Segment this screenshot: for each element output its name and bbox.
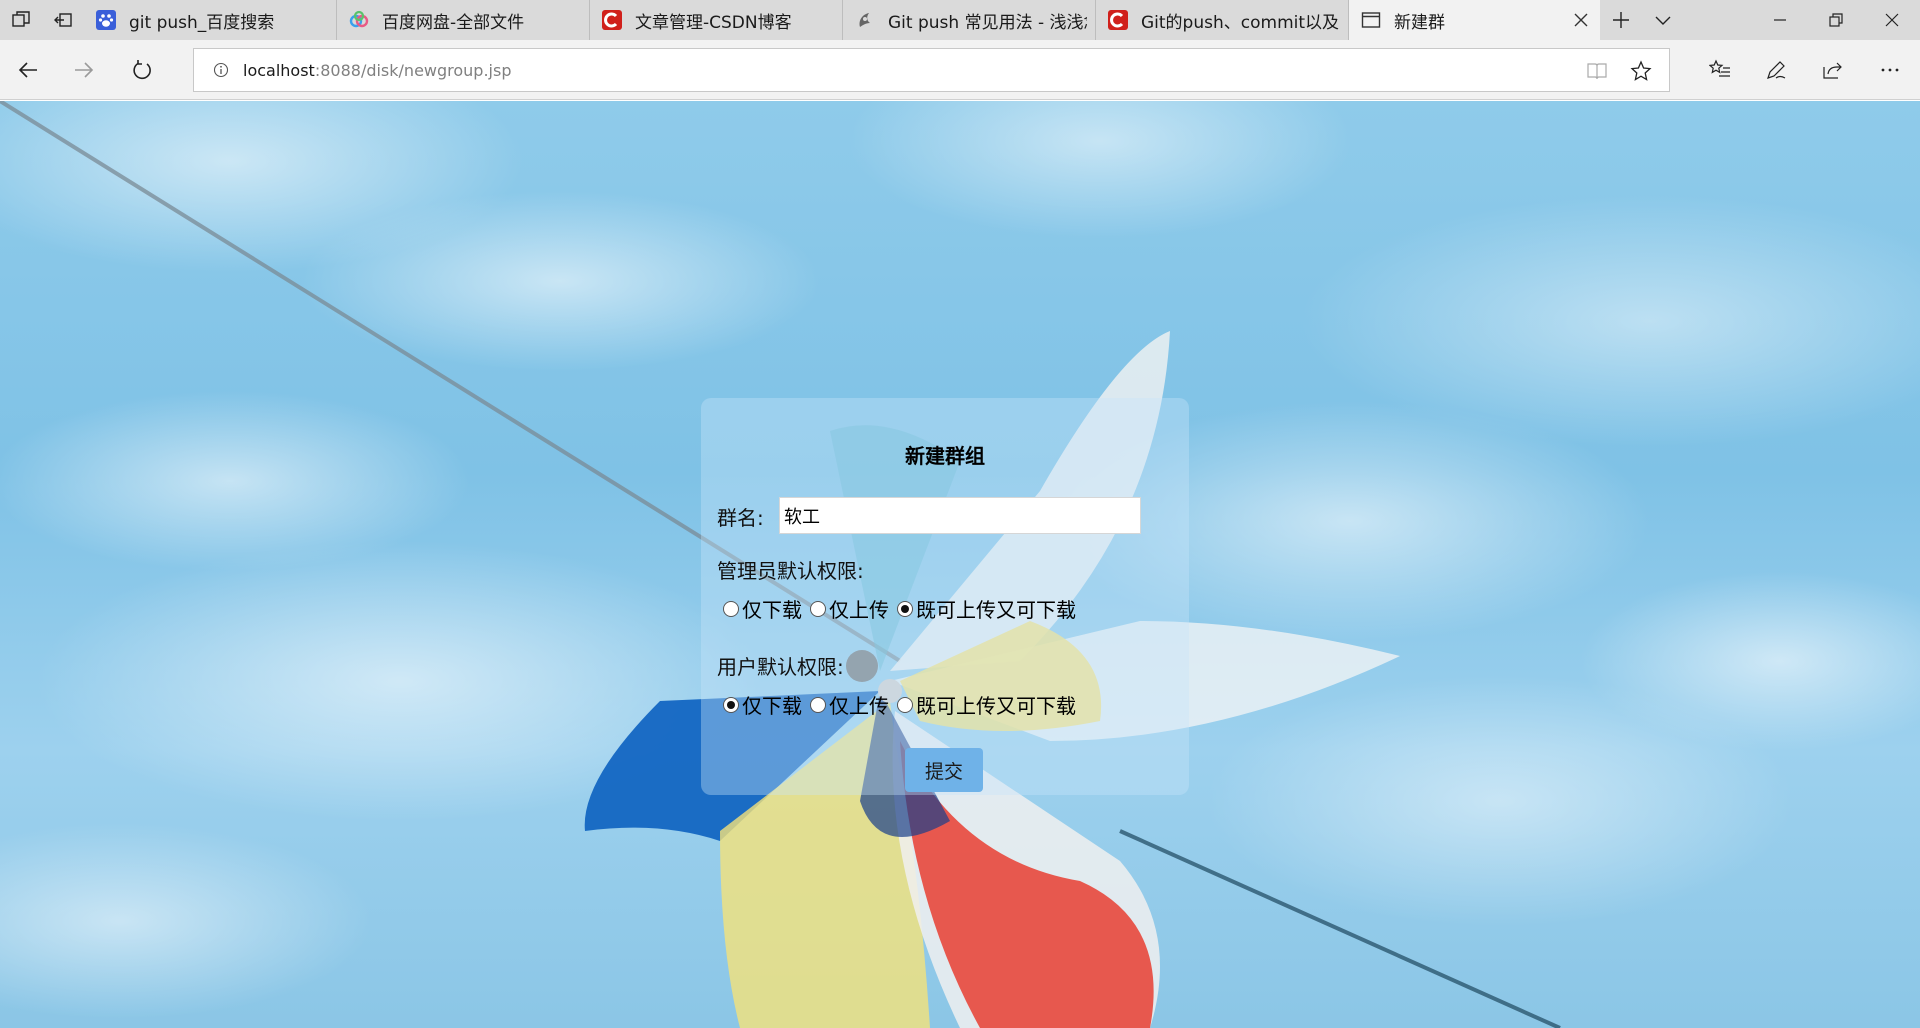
url-path: :8088/disk/newgroup.jsp	[314, 60, 512, 80]
browser-tab-active[interactable]: 新建群	[1349, 0, 1600, 40]
address-bar[interactable]: localhost:8088/disk/newgroup.jsp	[193, 48, 1670, 92]
admin-radio-upload-only[interactable]: 仅上传	[810, 594, 889, 623]
reading-view-button[interactable]	[1583, 57, 1611, 85]
back-button[interactable]	[10, 52, 46, 88]
radio-label: 仅下载	[742, 694, 802, 718]
radio-button-checked[interactable]	[723, 696, 739, 713]
favorite-button[interactable]	[1627, 57, 1655, 85]
close-tab-button[interactable]	[1570, 9, 1592, 31]
url-host: localhost	[243, 60, 315, 80]
form-title: 新建群组	[905, 444, 985, 468]
admin-radio-upload-and-download[interactable]: 既可上传又可下载	[897, 594, 1076, 623]
tab-title: Git push 常见用法 - 浅浅念	[888, 12, 1087, 33]
user-permission-options: 仅下载 仅上传 既可上传又可下载	[723, 690, 1084, 719]
radio-label: 既可上传又可下载	[916, 694, 1076, 718]
close-icon	[1574, 13, 1588, 27]
book-icon	[1587, 63, 1607, 80]
tab-title: 文章管理-CSDN博客	[635, 12, 792, 33]
radio-button-checked[interactable]	[897, 600, 913, 617]
browser-tab[interactable]: Git的push、commit以及pu	[1096, 0, 1349, 40]
user-radio-download-only[interactable]: 仅下载	[723, 690, 802, 719]
forward-button[interactable]	[66, 52, 102, 88]
browser-tab[interactable]: 百度网盘-全部文件	[337, 0, 590, 40]
csdn-icon	[602, 10, 622, 30]
pen-icon	[1767, 61, 1786, 79]
git-site-icon	[855, 10, 875, 30]
minimize-icon	[1774, 19, 1786, 21]
new-tab-button[interactable]	[1600, 0, 1642, 40]
group-name-label: 群名:	[717, 506, 764, 530]
refresh-icon	[133, 60, 151, 80]
radio-button[interactable]	[897, 696, 913, 713]
radio-button[interactable]	[810, 696, 826, 713]
chevron-down-icon	[1655, 16, 1671, 25]
radio-button[interactable]	[723, 600, 739, 617]
arrow-right-icon	[75, 62, 94, 78]
web-note-button[interactable]	[1758, 52, 1794, 88]
navigation-bar: localhost:8088/disk/newgroup.jsp	[0, 40, 1920, 100]
tab-title: 百度网盘-全部文件	[382, 12, 525, 33]
restore-icon	[1829, 13, 1843, 27]
more-dots-icon	[1881, 68, 1899, 72]
minimize-button[interactable]	[1752, 0, 1808, 40]
info-icon[interactable]	[211, 60, 231, 80]
set-aside-tabs-button[interactable]	[42, 0, 84, 40]
restore-button[interactable]	[1808, 0, 1864, 40]
tab-title: Git的push、commit以及pu	[1141, 12, 1340, 33]
user-permission-label: 用户默认权限:	[717, 655, 844, 679]
csdn-icon	[1108, 10, 1128, 30]
new-group-form: 新建群组 群名: 管理员默认权限: 仅下载 仅上传 既可上传又可下载 用户默认权…	[701, 398, 1189, 795]
plus-icon	[1613, 12, 1629, 28]
browser-tab[interactable]: git push_百度搜索	[84, 0, 337, 40]
share-button[interactable]	[1814, 52, 1850, 88]
user-radio-upload-only[interactable]: 仅上传	[810, 690, 889, 719]
tab-overview-icon	[12, 11, 30, 27]
tab-title: 新建群	[1394, 12, 1445, 33]
set-aside-icon	[54, 13, 72, 27]
browser-tab[interactable]: 文章管理-CSDN博客	[590, 0, 843, 40]
radio-label: 仅上传	[829, 694, 889, 718]
more-button[interactable]	[1872, 52, 1908, 88]
submit-button[interactable]: 提交	[905, 748, 983, 792]
group-name-input[interactable]	[779, 497, 1141, 534]
baidu-netdisk-icon	[349, 10, 369, 30]
star-icon	[1630, 60, 1652, 81]
baidu-paw-icon	[96, 10, 116, 30]
tab-preview-button[interactable]	[1642, 0, 1684, 40]
admin-permission-options: 仅下载 仅上传 既可上传又可下载	[723, 594, 1084, 623]
page-icon	[1361, 10, 1381, 30]
close-window-button[interactable]	[1864, 0, 1920, 40]
close-icon	[1885, 13, 1899, 27]
page-viewport: 新建群组 群名: 管理员默认权限: 仅下载 仅上传 既可上传又可下载 用户默认权…	[0, 101, 1920, 1028]
browser-tab[interactable]: Git push 常见用法 - 浅浅念	[843, 0, 1096, 40]
admin-radio-download-only[interactable]: 仅下载	[723, 594, 802, 623]
tab-title: git push_百度搜索	[129, 12, 275, 33]
radio-label: 仅下载	[742, 598, 802, 622]
tab-strip: git push_百度搜索 百度网盘-全部文件 文章管理-CSDN博客 Git …	[0, 0, 1920, 40]
user-radio-upload-and-download[interactable]: 既可上传又可下载	[897, 690, 1076, 719]
tab-overview-button[interactable]	[0, 0, 42, 40]
refresh-button[interactable]	[124, 52, 160, 88]
radio-button[interactable]	[810, 600, 826, 617]
admin-permission-label: 管理员默认权限:	[717, 559, 864, 583]
radio-label: 既可上传又可下载	[916, 598, 1076, 622]
favorites-list-icon	[1709, 59, 1730, 77]
favorites-hub-button[interactable]	[1702, 52, 1738, 88]
share-icon	[1823, 62, 1842, 79]
radio-label: 仅上传	[829, 598, 889, 622]
arrow-left-icon	[18, 62, 37, 78]
